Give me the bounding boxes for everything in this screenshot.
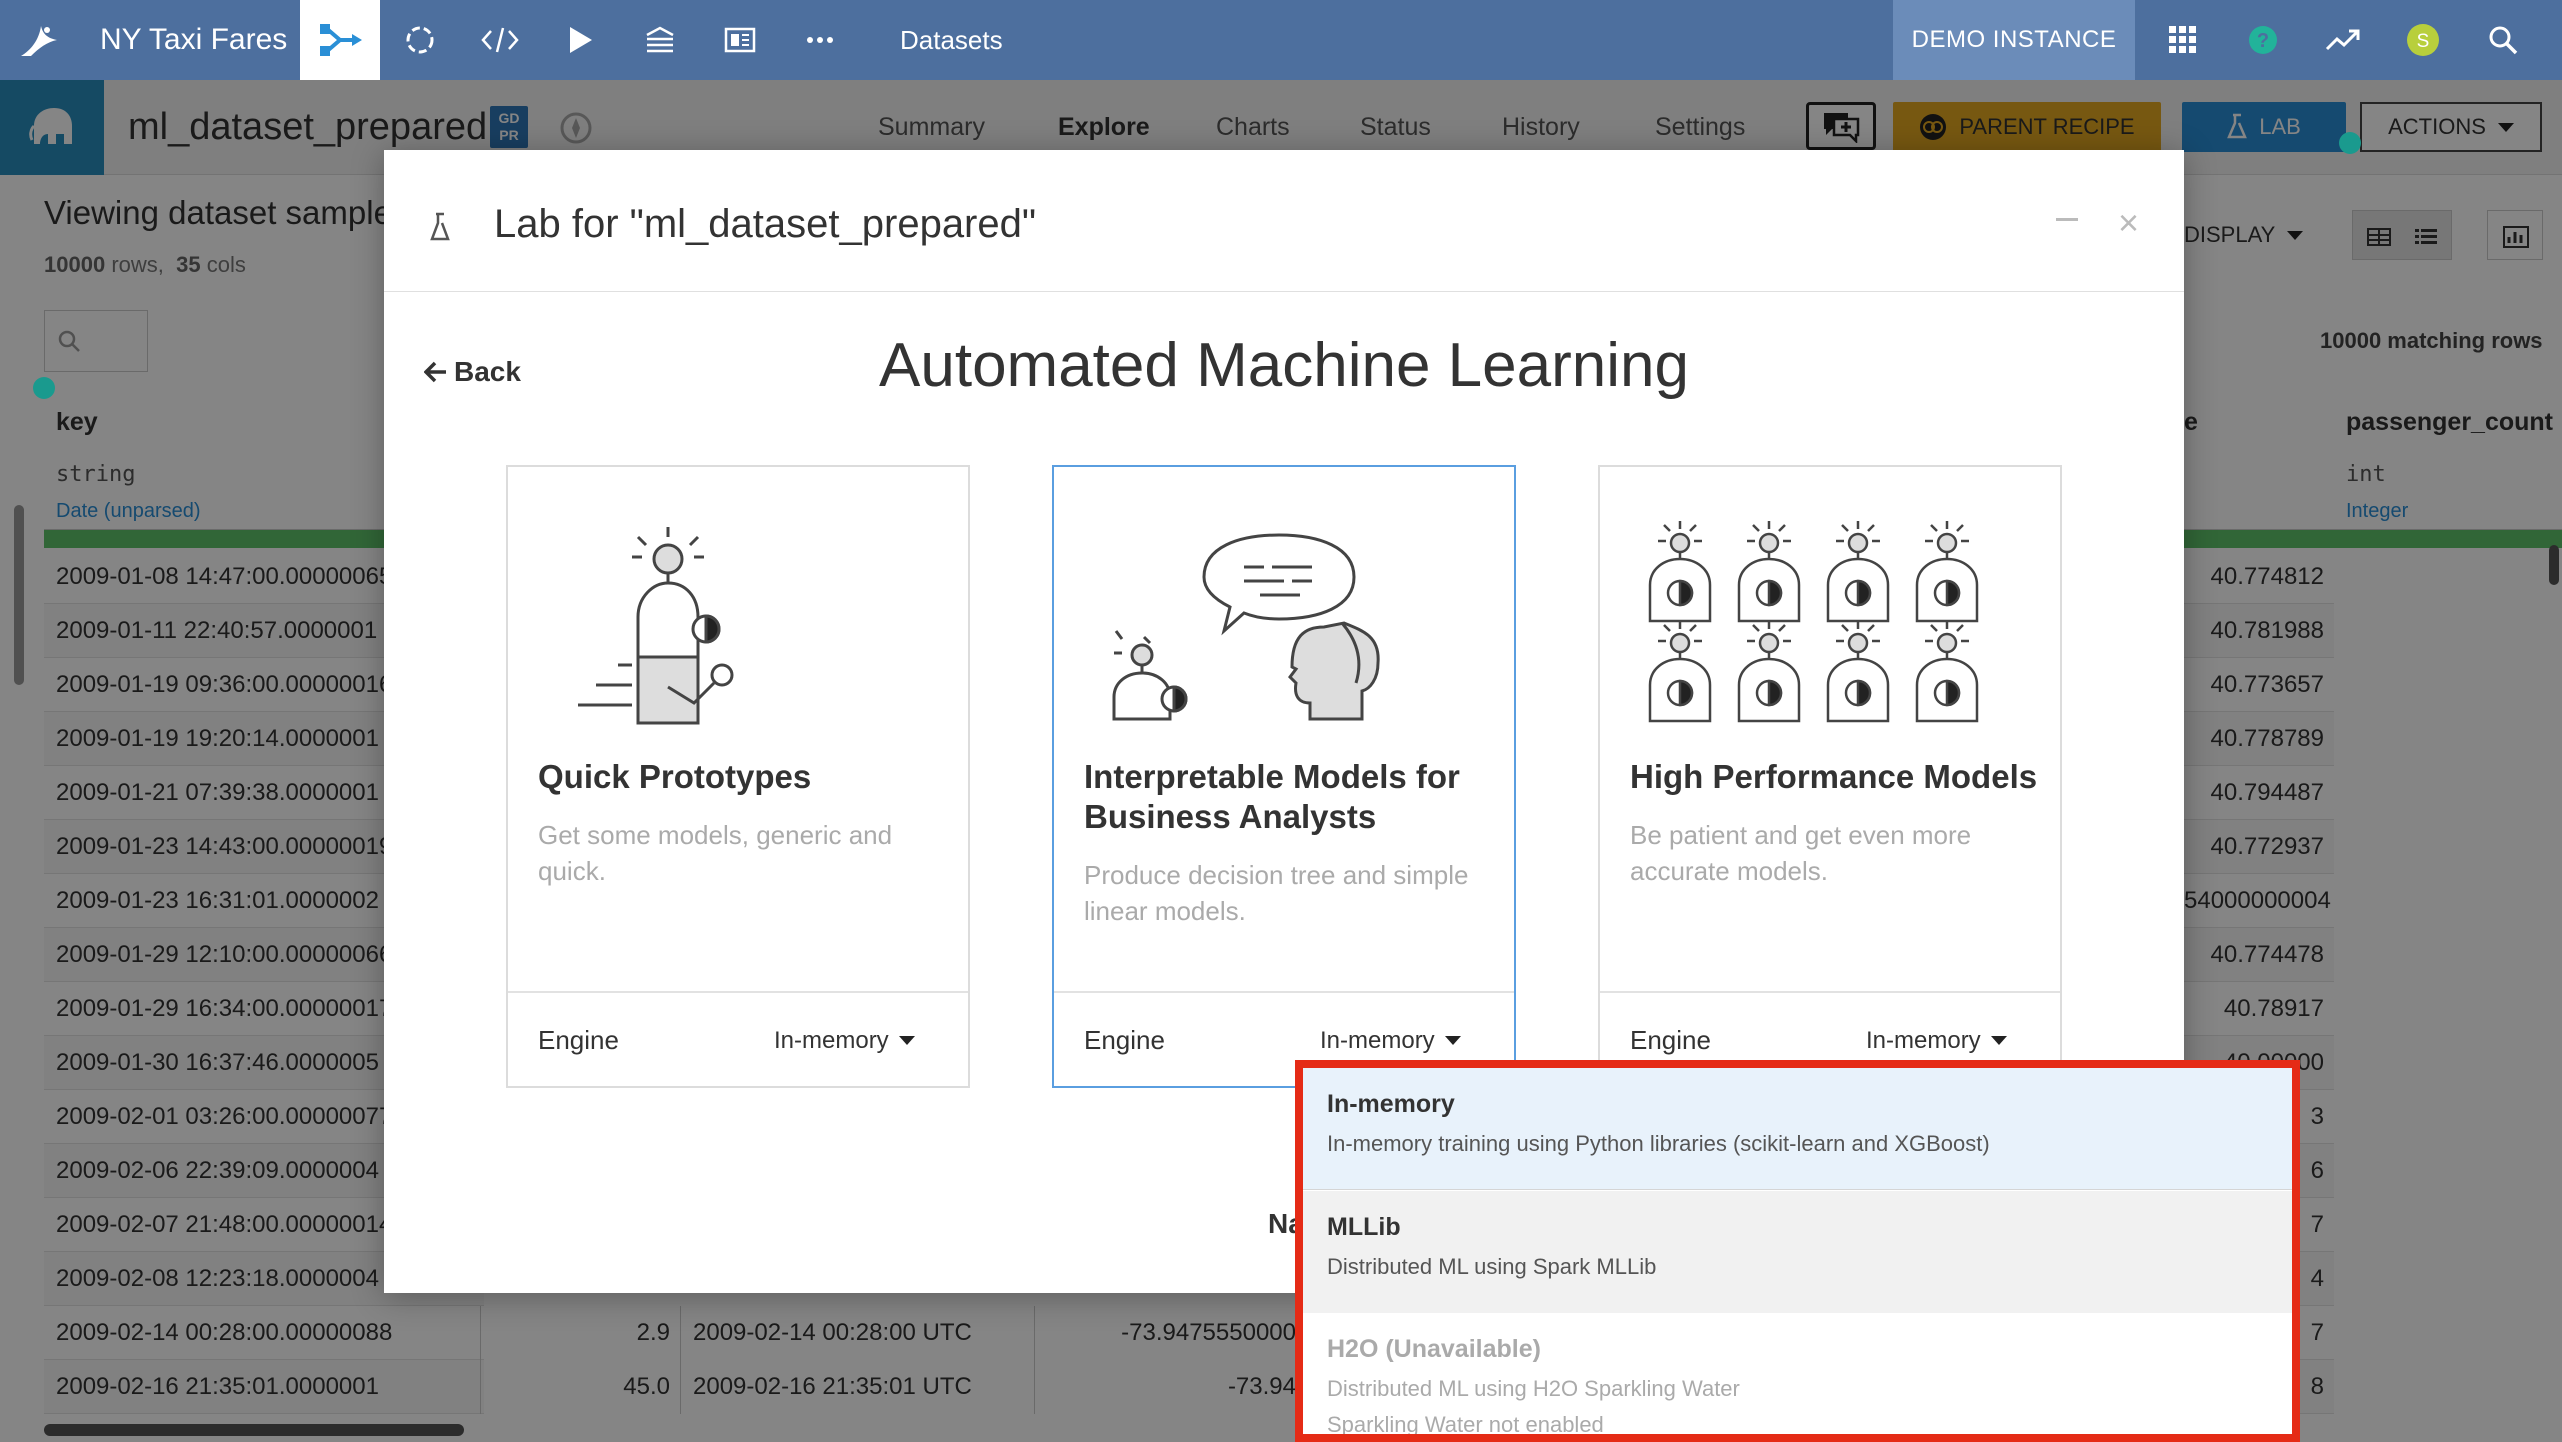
top-navigation-bar: NY Taxi Fares Datasets DEMO INSTANCE ? S	[0, 0, 2562, 80]
datasets-nav-link[interactable]: Datasets	[900, 0, 1003, 80]
quick-prototypes-illustration	[508, 507, 968, 737]
play-icon[interactable]	[540, 0, 620, 80]
card-title: High Performance Models	[1630, 758, 2038, 795]
card-description: Produce decision tree and simple linear …	[1084, 860, 1469, 926]
library-icon[interactable]	[620, 0, 700, 80]
card-interpretable-models[interactable]: Interpretable Models for Business Analys…	[1052, 465, 1516, 1088]
engine-option-h2o: H2O (Unavailable) Distributed ML using H…	[1303, 1313, 2292, 1437]
user-initial: S	[2417, 31, 2430, 52]
modal-header: Lab for "ml_dataset_prepared" ×	[384, 150, 2184, 292]
tour-hotspot[interactable]	[2339, 132, 2361, 154]
caret-down-icon	[898, 1036, 915, 1045]
interpretable-models-illustration	[1054, 507, 1514, 737]
activity-trend-icon[interactable]	[2303, 0, 2383, 80]
card-title: Quick Prototypes	[538, 758, 812, 795]
apps-grid-icon[interactable]	[2143, 0, 2223, 80]
caret-down-icon	[1444, 1036, 1461, 1045]
minimize-icon[interactable]	[2056, 218, 2078, 221]
instance-label: DEMO INSTANCE	[1893, 0, 2135, 80]
flow-icon[interactable]	[300, 0, 380, 80]
user-avatar[interactable]: S	[2383, 0, 2463, 80]
recipes-icon[interactable]	[380, 0, 460, 80]
card-description: Get some models, generic and quick.	[538, 820, 893, 886]
card-quick-prototypes[interactable]: Quick Prototypes Get some models, generi…	[506, 465, 970, 1088]
project-name[interactable]: NY Taxi Fares	[100, 0, 287, 80]
more-icon[interactable]	[780, 0, 860, 80]
engine-dropdown-menu: In-memory In-memory training using Pytho…	[1295, 1060, 2300, 1442]
modal-heading: Automated Machine Learning	[879, 331, 1689, 400]
engine-option-mllib[interactable]: MLLib Distributed ML using Spark MLLib	[1303, 1191, 2292, 1313]
close-icon[interactable]: ×	[2118, 202, 2139, 244]
lab-flask-icon	[430, 212, 452, 247]
search-icon[interactable]	[2463, 0, 2543, 80]
h2o-unavailable-reason: Sparkling Water not enabled	[1327, 1412, 1604, 1437]
engine-select[interactable]: In-memory	[774, 993, 915, 1088]
modal-title: Lab for "ml_dataset_prepared"	[494, 202, 1037, 246]
card-description: Be patient and get even more accurate mo…	[1630, 820, 1972, 886]
dataiku-logo-icon[interactable]	[0, 0, 80, 80]
engine-option-in-memory[interactable]: In-memory In-memory training using Pytho…	[1303, 1068, 2292, 1190]
card-high-performance-models[interactable]: High Performance Models Be patient and g…	[1598, 465, 2062, 1088]
engine-label: Engine	[538, 1025, 619, 1055]
engine-label: Engine	[1084, 1025, 1165, 1055]
tour-hotspot[interactable]	[33, 377, 55, 399]
caret-down-icon	[1990, 1036, 2007, 1045]
high-performance-illustration	[1600, 507, 2060, 737]
card-title: Interpretable Models for Business Analys…	[1084, 758, 1460, 835]
dashboard-icon[interactable]	[700, 0, 780, 80]
card-engine-row: Engine In-memory	[508, 991, 968, 1086]
help-icon[interactable]: ?	[2223, 0, 2303, 80]
svg-text:?: ?	[2257, 30, 2269, 52]
code-icon[interactable]	[460, 0, 540, 80]
